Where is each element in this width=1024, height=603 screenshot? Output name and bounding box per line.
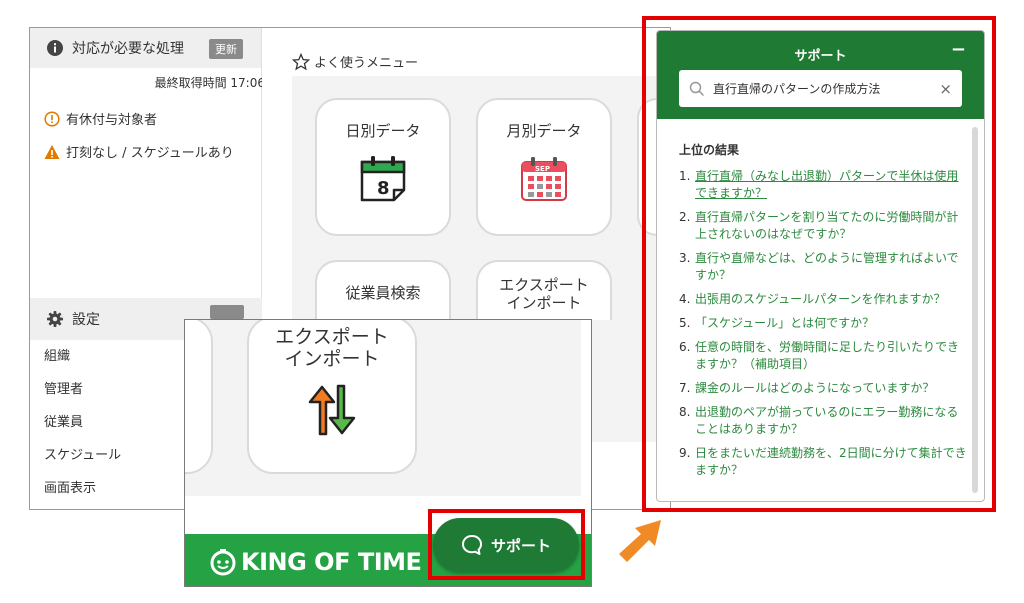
search-icon [689,81,705,97]
info-circle-icon [46,39,64,57]
result-link[interactable]: 直行直帰（みなし出退勤）パターンで半休は使用できますか？ [695,168,970,202]
result-number: 8. [679,405,691,419]
result-item[interactable]: 1. 直行直帰（みなし出退勤）パターンで半休は使用できますか？ [679,168,970,202]
result-link[interactable]: 課金のルールはどのようになっていますか？ [695,380,934,397]
support-search-input[interactable] [713,81,936,96]
inset-tile-label: エクスポート インポート [275,326,389,370]
result-link[interactable]: 出張用のスケジュールパターンを作れますか？ [695,291,946,308]
result-number: 1. [679,169,691,183]
result-item[interactable]: 5. 「スケジュール」とは何ですか？ [679,315,970,332]
tile-partial[interactable] [637,98,657,236]
chat-bubble-icon [461,534,483,556]
warning-triangle-icon [44,144,60,160]
calendar-month-icon: SEP [519,154,569,206]
result-item[interactable]: 3. 直行や直帰などは、どのように管理すればよいですか？ [679,250,970,284]
menu-title-text: よく使うメニュー [314,56,419,71]
results-title: 上位の結果 [679,143,740,157]
support-panel-title: サポート [794,49,847,64]
result-number: 9. [679,446,691,460]
tile-export-import[interactable]: エクスポート インポート [476,260,612,320]
clear-search-button[interactable]: × [939,80,952,98]
last-fetch-time: 最終取得時間 17:06 [154,76,265,90]
result-link[interactable]: 直行直帰パターンを割り当てたのに労働時間が計上されないのはなぜですか？ [695,209,970,243]
result-number: 3. [679,251,691,265]
clock-logo-icon [210,549,236,576]
calendar-day-number: 8 [377,178,390,199]
calendar-day-icon: 8 [358,154,408,206]
result-link[interactable]: 任意の時間を、労働時間に足したり引いたりできますか？（補助項目） [695,339,970,373]
result-item[interactable]: 9. 日をまたいだ連続勤務を、2日間に分けて集計できますか？ [679,445,970,479]
result-link[interactable]: 日をまたいだ連続勤務を、2日間に分けて集計できますか？ [695,445,970,479]
tile-label: 日別データ [345,122,421,140]
star-icon [292,52,310,71]
result-link[interactable]: 直行や直帰などは、どのように管理すればよいですか？ [695,250,970,284]
brand-text: KING OF TIME [241,548,422,576]
warning-circle-icon [44,110,60,127]
tile-label: 月別データ [506,122,582,140]
result-item[interactable]: 8. 出退勤のペアが揃っているのにエラー勤務になることはありますか？ [679,404,970,438]
result-number: 6. [679,340,691,354]
alert-item-no-punch[interactable]: 打刻なし / スケジュールあり [30,142,261,161]
todo-title: 対応が必要な処理 [72,41,184,57]
tile-label: エクスポート インポート [499,276,589,312]
results-scrollbar[interactable] [972,127,978,493]
results-list: 1. 直行直帰（みなし出退勤）パターンで半休は使用できますか？ 2. 直行直帰パター… [679,168,970,479]
support-search-box: × [679,70,962,107]
menu-title: よく使うメニュー [292,52,418,71]
result-number: 5. [679,316,691,330]
result-number: 7. [679,381,691,395]
result-item[interactable]: 6. 任意の時間を、労働時間に足したり引いたりできますか？（補助項目） [679,339,970,373]
settings-title: 設定 [72,312,100,328]
update-button[interactable]: 更新 [209,39,243,59]
settings-badge [210,305,244,319]
support-panel: サポート − × 上位の結果 1. 直行直帰（みなし出退勤）パターンで半休は使用で… [656,30,985,502]
tile-monthly-data[interactable]: 月別データ SEP [476,98,612,236]
alert-label: 有休付与対象者 [66,113,158,128]
tile-label: 従業員検索 [345,284,421,302]
result-number: 2. [679,210,691,224]
support-button[interactable]: サポート [433,518,579,572]
alert-item-paid-leave[interactable]: 有休付与対象者 [30,109,261,128]
support-panel-header: サポート − × [657,31,984,119]
king-of-time-logo: KING OF TIME [209,548,422,576]
minimize-button[interactable]: − [951,39,966,60]
result-number: 4. [679,292,691,306]
tile-employee-search[interactable]: 従業員検索 [315,260,451,320]
todo-header: 対応が必要な処理 更新 [30,28,261,68]
pointer-arrow-icon [615,516,667,570]
alert-label: 打刻なし / スケジュールあり [66,146,234,161]
result-item[interactable]: 2. 直行直帰パターンを割り当てたのに労働時間が計上されないのはなぜですか？ [679,209,970,243]
result-item[interactable]: 7. 課金のルールはどのようになっていますか？ [679,380,970,397]
zoom-inset: エクスポート インポート KING OF TIME サポート [184,319,592,587]
result-link[interactable]: 「スケジュール」とは何ですか？ [695,315,874,332]
tile-daily-data[interactable]: 日別データ 8 [315,98,451,236]
result-item[interactable]: 4. 出張用のスケジュールパターンを作れますか？ [679,291,970,308]
support-button-label: サポート [490,536,551,555]
gear-icon [46,310,64,328]
svg-text:SEP: SEP [535,165,550,173]
support-results: 上位の結果 1. 直行直帰（みなし出退勤）パターンで半休は使用できますか？ 2. 直… [657,119,984,501]
inset-tile-partial[interactable] [185,320,213,474]
export-import-icon [304,384,360,440]
result-link[interactable]: 出退勤のペアが揃っているのにエラー勤務になることはありますか？ [695,404,970,438]
inset-tile-export-import[interactable]: エクスポート インポート [247,320,417,474]
